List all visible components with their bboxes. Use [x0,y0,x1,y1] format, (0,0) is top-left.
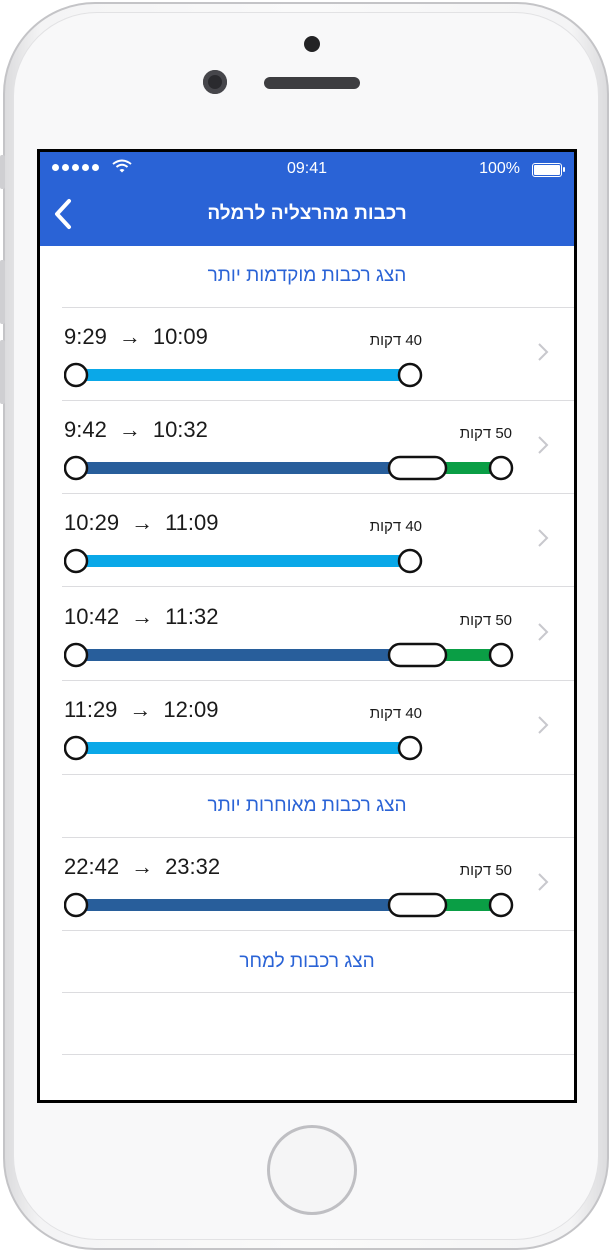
route-timeline [64,362,423,388]
trip-row[interactable]: 9:29 → 10:09 40 דקות [40,308,574,401]
trip-times: 11:29 → 12:09 [64,697,218,723]
arrow-icon: → [131,604,154,629]
show-later-trains-link[interactable]: הצג רכבות מאוחרות יותר [40,795,574,817]
show-tomorrow-trains-link[interactable]: הצג רכבות למחר [40,951,574,973]
route-timeline [64,455,514,481]
trip-duration: 40 דקות [369,518,422,535]
departure-time: 10:29 [64,510,120,535]
trip-row[interactable]: 10:29 → 11:09 40 דקות [40,494,574,587]
app-content: 09:41 100% רכבות מהרצליה לרמלה הצג רכבות… [40,152,574,1100]
station-node [64,642,89,668]
trip-row[interactable]: 10:42 → 11:32 50 דקות [40,588,574,681]
chevron-right-icon [538,343,549,361]
route-segment [76,369,410,381]
trip-times: 10:42 → 11:32 [64,604,218,630]
arrival-time: 11:32 [165,604,219,629]
arrival-time: 10:32 [152,417,208,442]
departure-time: 9:29 [64,324,107,349]
route-timeline [64,735,423,761]
trip-row[interactable]: 9:42 → 10:32 50 דקות [40,401,574,494]
station-node [64,735,89,761]
station-node [397,735,423,761]
trip-times: 10:29 → 11:09 [64,510,218,536]
trip-duration: 50 דקות [459,612,512,629]
arrow-icon: → [118,417,141,442]
arrival-time: 23:32 [165,854,221,879]
departure-time: 10:42 [64,604,120,629]
trip-times: 9:42 → 10:32 [64,417,208,443]
chevron-right-icon [538,436,549,454]
trip-times: 9:29 → 10:09 [64,324,208,350]
arrow-icon: → [118,324,141,349]
transfer-node [387,455,448,481]
route-timeline [64,548,423,574]
route-segment [76,649,406,661]
trip-duration: 50 דקות [459,425,512,442]
departure-time: 22:42 [64,854,120,879]
station-node [397,548,423,574]
home-button[interactable] [267,1125,357,1215]
station-node [488,892,514,918]
show-earlier-trains-link[interactable]: הצג רכבות מוקדמות יותר [40,265,574,287]
arrow-icon: → [131,854,154,879]
chevron-right-icon [538,623,549,641]
battery-percentage: 100% [479,160,520,177]
station-node [488,455,514,481]
trip-duration: 40 דקות [369,332,422,349]
departure-time: 9:42 [64,417,107,442]
chevron-right-icon [538,529,549,547]
divider [62,992,574,993]
arrival-time: 11:09 [165,510,219,535]
trip-row[interactable]: 11:29 → 12:09 40 דקות [40,681,574,774]
transfer-node [387,892,448,918]
trip-row[interactable]: 22:42 → 23:32 50 דקות [40,838,574,931]
divider [62,774,574,775]
station-node [64,362,89,388]
earpiece-speaker [264,77,360,89]
battery-icon [532,163,565,177]
mute-switch[interactable] [0,155,5,189]
chevron-right-icon [538,716,549,734]
divider [62,930,574,931]
route-timeline [64,892,514,918]
route-segment [76,555,410,567]
route-segment [76,742,410,754]
departure-time: 11:29 [64,697,118,722]
station-node [64,455,89,481]
screen: 09:41 100% רכבות מהרצליה לרמלה הצג רכבות… [37,149,577,1103]
trip-duration: 50 דקות [459,862,512,879]
navigation-bar: 09:41 100% רכבות מהרצליה לרמלה [40,152,574,246]
transfer-node [387,642,448,668]
status-bar: 09:41 100% [40,152,574,186]
volume-down-button[interactable] [0,340,5,404]
route-segment [76,462,406,474]
arrow-icon: → [131,510,154,535]
trip-times: 22:42 → 23:32 [64,854,220,880]
divider [62,586,574,587]
volume-up-button[interactable] [0,260,5,324]
route-timeline [64,642,514,668]
station-node [64,892,89,918]
trip-duration: 40 דקות [369,705,422,722]
front-camera [203,70,227,94]
arrival-time: 12:09 [163,697,219,722]
chevron-right-icon [538,873,549,891]
proximity-sensor [304,36,320,52]
arrival-time: 10:09 [152,324,208,349]
arrow-icon: → [129,697,152,722]
station-node [397,362,423,388]
page-title: רכבות מהרצליה לרמלה [207,203,407,224]
route-segment [76,899,406,911]
station-node [64,548,89,574]
divider [62,1054,574,1055]
station-node [488,642,514,668]
